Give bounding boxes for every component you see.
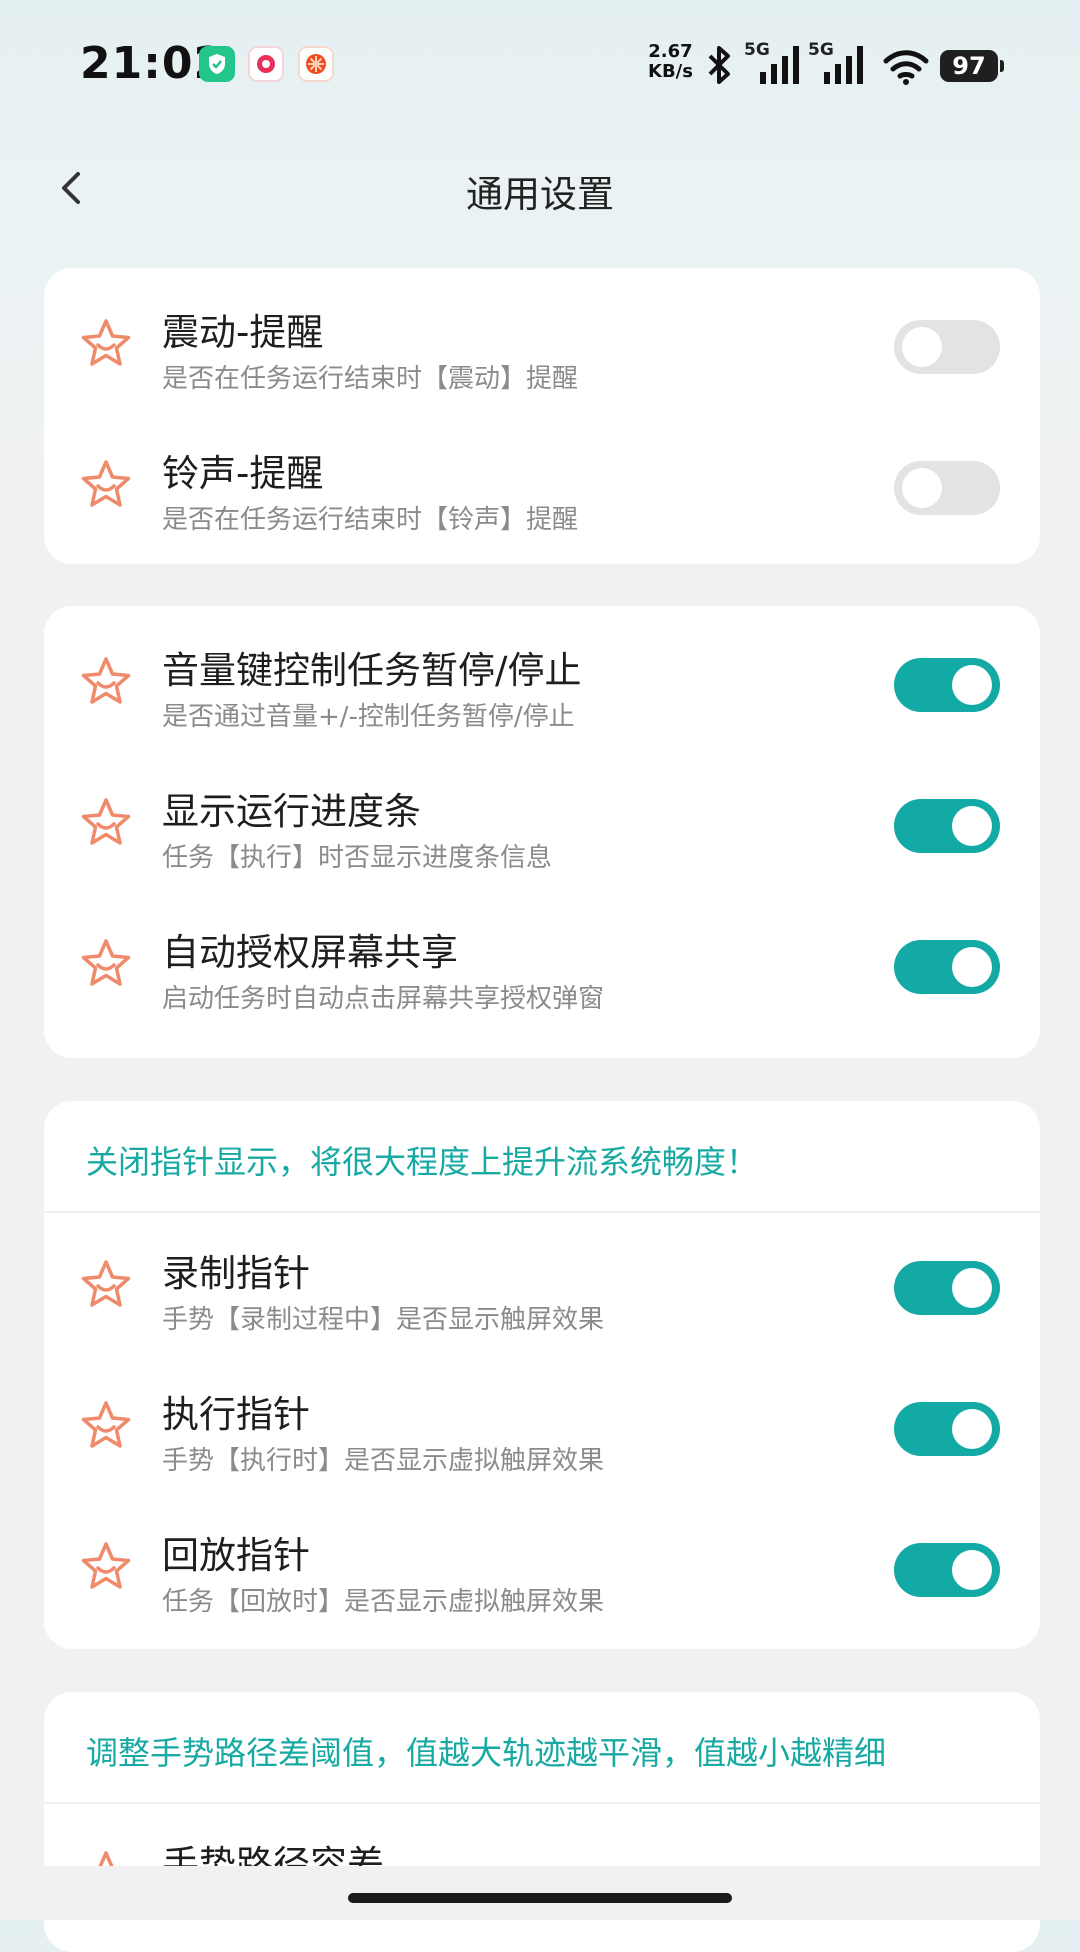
tolerance-notice: 调整手势路径差阈值，值越大轨迹越平滑，值越小越精细 <box>86 1734 887 1772</box>
toggle-knob <box>952 947 992 987</box>
cellular-signal-1-icon: 5G <box>744 40 804 86</box>
setting-title: 音量键控制任务暂停/停止 <box>162 649 582 692</box>
setting-title: 显示运行进度条 <box>162 790 421 833</box>
shield-app-icon <box>199 46 235 82</box>
divider <box>44 1211 1040 1213</box>
task-control-card: 音量键控制任务暂停/停止 是否通过音量+/-控制任务暂停/停止 显示运行进度条 … <box>44 606 1040 1058</box>
setting-description: 手势【录制过程中】是否显示触屏效果 <box>162 1305 605 1335</box>
toggle-knob <box>952 665 992 705</box>
cellular-signal-2-icon: 5G <box>808 40 868 86</box>
star-icon <box>81 1260 131 1307</box>
setting-title: 回放指针 <box>162 1534 310 1577</box>
setting-description: 是否在任务运行结束时【铃声】提醒 <box>162 505 579 535</box>
net-speed-value: 2.67 <box>648 41 693 62</box>
setting-description: 手势【执行时】是否显示虚拟触屏效果 <box>162 1446 605 1476</box>
network-speed: 2.67 KB/s <box>648 42 693 82</box>
pointer-notice: 关闭指针显示，将很大程度上提升流系统畅度！ <box>86 1143 759 1181</box>
setting-title: 自动授权屏幕共享 <box>162 931 458 974</box>
reminder-settings-card: 震动-提醒 是否在任务运行结束时【震动】提醒 铃声-提醒 是否在任务运行结束时【… <box>44 268 1040 564</box>
record-pointer-toggle[interactable] <box>894 1261 1000 1315</box>
screen-share-toggle[interactable] <box>894 940 1000 994</box>
setting-title: 执行指针 <box>162 1393 310 1436</box>
star-icon <box>81 1401 131 1448</box>
toggle-knob <box>952 1550 992 1590</box>
star-icon <box>81 319 131 366</box>
setting-row-progress-bar: 显示运行进度条 任务【执行】时否显示进度条信息 <box>44 755 1040 895</box>
wifi-icon <box>883 50 929 85</box>
music-app-icon <box>248 46 284 82</box>
toggle-knob <box>902 468 942 508</box>
setting-row-screen-share: 自动授权屏幕共享 启动任务时自动点击屏幕共享授权弹窗 <box>44 896 1040 1036</box>
toggle-knob <box>952 1268 992 1308</box>
toggle-knob <box>902 327 942 367</box>
setting-description: 任务【回放时】是否显示虚拟触屏效果 <box>162 1587 605 1617</box>
setting-description: 任务【执行】时否显示进度条信息 <box>162 843 553 873</box>
ringtone-toggle[interactable] <box>894 461 1000 515</box>
page-title: 通用设置 <box>466 173 614 216</box>
progress-bar-toggle[interactable] <box>894 799 1000 853</box>
star-icon <box>81 939 131 986</box>
setting-row-playback-pointer: 回放指针 任务【回放时】是否显示虚拟触屏效果 <box>44 1499 1040 1639</box>
star-icon <box>81 460 131 507</box>
setting-title: 震动-提醒 <box>162 311 324 354</box>
star-icon <box>81 657 131 704</box>
volume-key-toggle[interactable] <box>894 658 1000 712</box>
setting-row-volume-key: 音量键控制任务暂停/停止 是否通过音量+/-控制任务暂停/停止 <box>44 614 1040 754</box>
top-app-bar: 通用设置 <box>0 130 1080 260</box>
setting-row-ringtone: 铃声-提醒 是否在任务运行结束时【铃声】提醒 <box>44 417 1040 557</box>
setting-description: 是否在任务运行结束时【震动】提醒 <box>162 364 579 394</box>
net-speed-unit: KB/s <box>648 61 693 82</box>
setting-row-vibration: 震动-提醒 是否在任务运行结束时【震动】提醒 <box>44 276 1040 416</box>
setting-title: 录制指针 <box>162 1252 310 1295</box>
execute-pointer-toggle[interactable] <box>894 1402 1000 1456</box>
bluetooth-icon <box>708 46 730 84</box>
home-indicator[interactable] <box>348 1893 732 1903</box>
setting-description: 是否通过音量+/-控制任务暂停/停止 <box>162 702 575 732</box>
setting-row-record-pointer: 录制指针 手势【录制过程中】是否显示触屏效果 <box>44 1217 1040 1357</box>
setting-title: 铃声-提醒 <box>162 452 324 495</box>
toggle-knob <box>952 806 992 846</box>
pointer-settings-card: 关闭指针显示，将很大程度上提升流系统畅度！ 录制指针 手势【录制过程中】是否显示… <box>44 1101 1040 1649</box>
setting-description: 启动任务时自动点击屏幕共享授权弹窗 <box>162 984 605 1014</box>
orange-app-icon <box>298 46 334 82</box>
playback-pointer-toggle[interactable] <box>894 1543 1000 1597</box>
star-icon <box>81 798 131 845</box>
setting-row-execute-pointer: 执行指针 手势【执行时】是否显示虚拟触屏效果 <box>44 1358 1040 1498</box>
toggle-knob <box>952 1409 992 1449</box>
star-icon <box>81 1542 131 1589</box>
divider <box>44 1802 1040 1804</box>
status-bar: 21:02 2.67 KB/s 5G 5G 97 <box>0 0 1080 130</box>
battery-indicator: 97 <box>940 50 1004 82</box>
vibration-toggle[interactable] <box>894 320 1000 374</box>
